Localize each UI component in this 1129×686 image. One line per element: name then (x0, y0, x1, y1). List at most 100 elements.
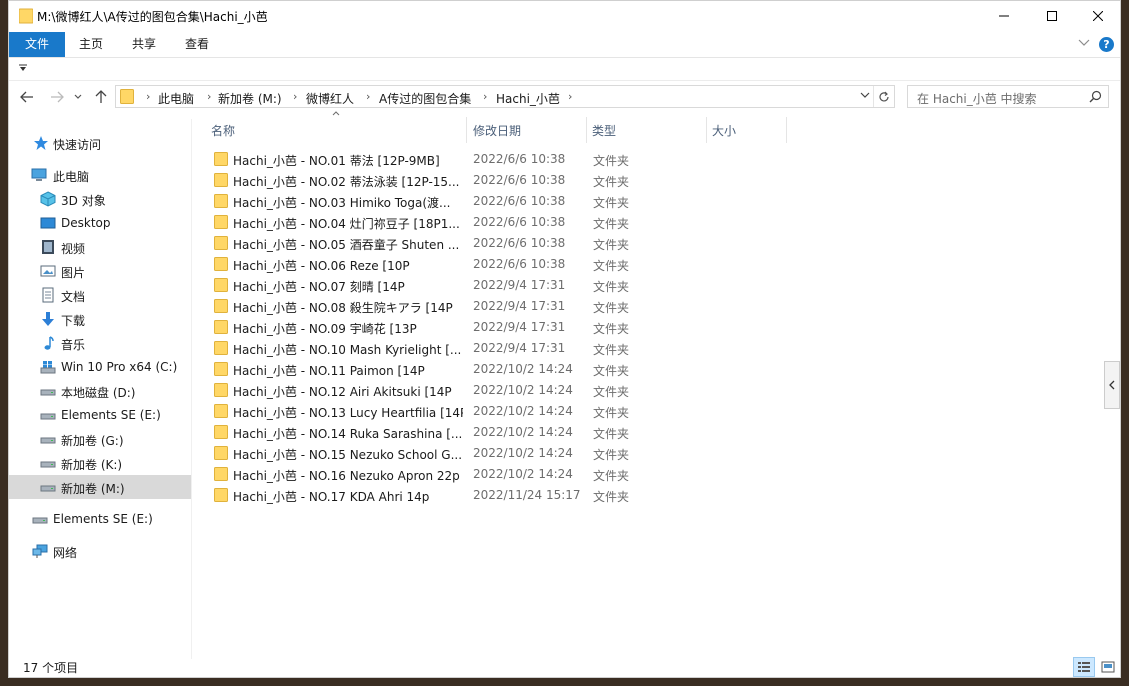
help-button[interactable]: ? (1099, 37, 1114, 52)
address-bar[interactable]: › 此电脑 › 新加卷 (M:) › 微博红人 › A传过的图包合集 › Hac… (115, 85, 895, 108)
search-box[interactable]: 在 Hachi_小芭 中搜索 (907, 85, 1109, 108)
sidebar-item-documents[interactable]: 文档 (9, 283, 191, 307)
sidebar-item-drive-d[interactable]: 本地磁盘 (D:) (9, 379, 191, 403)
file-row[interactable]: Hachi_小芭 - NO.02 蒂法泳装 [12P-15... 2022/6/6… (207, 170, 647, 191)
search-icon (1089, 90, 1102, 103)
sidebar-item-desktop[interactable]: Desktop (9, 211, 191, 235)
details-view-button[interactable] (1073, 657, 1095, 677)
refresh-button[interactable] (873, 86, 894, 107)
tab-view[interactable]: 查看 (177, 32, 217, 57)
file-row[interactable]: Hachi_小芭 - NO.09 宇崎花 [13P 2022/9/4 17:31 文… (207, 317, 647, 338)
title-bar: M:\微博红人\A传过的图包合集\Hachi_小芭 (9, 1, 1120, 31)
tab-home[interactable]: 主页 (71, 32, 111, 57)
item-count: 17 个项目 (23, 661, 79, 675)
file-row[interactable]: Hachi_小芭 - NO.05 酒吞童子 Shuten ... 2022/6/6… (207, 233, 647, 254)
breadcrumb-weibo[interactable]: 微博红人 (306, 90, 354, 107)
sidebar-item-drive-m[interactable]: 新加卷 (M:) (9, 475, 191, 499)
drive-icon (40, 413, 56, 420)
sidebar-item-downloads[interactable]: 下载 (9, 307, 191, 331)
file-row[interactable]: Hachi_小芭 - NO.03 Himiko Toga(渡... 2022/6/… (207, 191, 647, 212)
windows-drive-icon (40, 361, 56, 374)
sidebar-item-drive-c[interactable]: Win 10 Pro x64 (C:) (9, 355, 191, 379)
file-row[interactable]: Hachi_小芭 - NO.15 Nezuko School G... 2022/… (207, 443, 647, 464)
maximize-button[interactable] (1029, 1, 1075, 31)
recent-locations-button[interactable] (71, 87, 85, 107)
file-date: 2022/9/4 17:31 (473, 320, 566, 334)
folder-icon (214, 362, 228, 376)
sidebar-item-quick-access[interactable]: 快速访问 (9, 131, 191, 155)
file-row[interactable]: Hachi_小芭 - NO.06 Reze [10P 2022/6/6 10:38… (207, 254, 647, 275)
column-header-name[interactable]: 名称 (209, 117, 465, 143)
file-row[interactable]: Hachi_小芭 - NO.11 Paimon [14P 2022/10/2 14… (207, 359, 647, 380)
minimize-button[interactable] (981, 1, 1027, 31)
folder-icon (214, 425, 228, 439)
sidebar-item-this-pc[interactable]: 此电脑 (9, 163, 191, 187)
file-date: 2022/6/6 10:38 (473, 152, 566, 166)
cube-icon (40, 191, 56, 207)
navigation-pane: 快速访问 此电脑 3D 对象 Desktop 视频 图片 文档 下载 音乐 Wi… (9, 119, 192, 659)
up-button[interactable] (91, 87, 111, 107)
folder-icon (214, 404, 228, 418)
tab-file[interactable]: 文件 (9, 32, 65, 57)
file-row[interactable]: Hachi_小芭 - NO.07 刻晴 [14P 2022/9/4 17:31 文件… (207, 275, 647, 296)
file-date: 2022/6/6 10:38 (473, 173, 566, 187)
drive-icon (40, 437, 56, 444)
tab-share[interactable]: 共享 (124, 32, 164, 57)
file-name: Hachi_小芭 - NO.10 Mash Kyrielight [... (233, 343, 462, 357)
sidebar-item-drive-e[interactable]: Elements SE (E:) (9, 403, 191, 427)
file-name: Hachi_小芭 - NO.08 殺生院キアラ [14P (233, 301, 453, 315)
sidebar-item-drive-k[interactable]: 新加卷 (K:) (9, 451, 191, 475)
chevron-down-icon[interactable] (860, 91, 870, 99)
file-row[interactable]: Hachi_小芭 - NO.14 Ruka Sarashina [... 2022… (207, 422, 647, 443)
column-header-date[interactable]: 修改日期 (467, 117, 585, 143)
file-type: 文件夹 (593, 364, 630, 378)
file-name: Hachi_小芭 - NO.07 刻晴 [14P (233, 280, 405, 294)
large-icons-view-button[interactable] (1097, 657, 1119, 677)
file-type: 文件夹 (593, 322, 630, 336)
column-header-type[interactable]: 类型 (587, 117, 705, 143)
file-row[interactable]: Hachi_小芭 - NO.10 Mash Kyrielight [... 202… (207, 338, 647, 359)
close-button[interactable] (1075, 1, 1121, 31)
file-date: 2022/9/4 17:31 (473, 341, 566, 355)
file-name: Hachi_小芭 - NO.04 灶门祢豆子 [18P1... (233, 217, 460, 231)
breadcrumb-collection[interactable]: A传过的图包合集 (379, 90, 471, 107)
folder-icon (214, 173, 228, 187)
sidebar-item-drive-g[interactable]: 新加卷 (G:) (9, 427, 191, 451)
details-view-icon (1078, 662, 1090, 672)
file-row[interactable]: Hachi_小芭 - NO.01 蒂法 [12P-9MB] 2022/6/6 10… (207, 149, 647, 170)
file-name: Hachi_小芭 - NO.14 Ruka Sarashina [... (233, 427, 463, 441)
file-row[interactable]: Hachi_小芭 - NO.04 灶门祢豆子 [18P1... 2022/6/6 … (207, 212, 647, 233)
file-date: 2022/10/2 14:24 (473, 383, 573, 397)
arrow-right-icon (51, 91, 64, 103)
sidebar-item-music[interactable]: 音乐 (9, 331, 191, 355)
folder-icon (214, 446, 228, 460)
file-row[interactable]: Hachi_小芭 - NO.12 Airi Akitsuki [14P 2022/… (207, 380, 647, 401)
breadcrumb-this-pc[interactable]: 此电脑 (158, 90, 194, 107)
sidebar-item-network[interactable]: 网络 (9, 539, 191, 563)
desktop-icon (40, 217, 56, 229)
details-pane-toggle[interactable] (1104, 361, 1120, 409)
file-type: 文件夹 (593, 196, 630, 210)
file-type: 文件夹 (593, 217, 630, 231)
sidebar-item-pictures[interactable]: 图片 (9, 259, 191, 283)
breadcrumb-drive-m[interactable]: 新加卷 (M:) (218, 90, 282, 107)
file-row[interactable]: Hachi_小芭 - NO.17 KDA Ahri 14p 2022/11/24 … (207, 485, 647, 506)
file-date: 2022/6/6 10:38 (473, 236, 566, 250)
network-icon (32, 544, 48, 558)
sidebar-item-3d-objects[interactable]: 3D 对象 (9, 187, 191, 211)
folder-icon (214, 194, 228, 208)
file-row[interactable]: Hachi_小芭 - NO.16 Nezuko Apron 22p 2022/10… (207, 464, 647, 485)
breadcrumb-current[interactable]: Hachi_小芭 (496, 90, 560, 107)
file-name: Hachi_小芭 - NO.01 蒂法 [12P-9MB] (233, 154, 440, 168)
back-button[interactable] (17, 87, 37, 107)
file-row[interactable]: Hachi_小芭 - NO.13 Lucy Heartfilia [14P 202… (207, 401, 647, 422)
column-header-size[interactable]: 大小 (707, 117, 785, 143)
customize-dropdown-icon[interactable] (19, 64, 27, 72)
chevron-down-icon[interactable] (1078, 38, 1090, 48)
forward-button[interactable] (47, 87, 67, 107)
sidebar-item-elements-se[interactable]: Elements SE (E:) (9, 507, 191, 531)
sidebar-item-videos[interactable]: 视频 (9, 235, 191, 259)
file-row[interactable]: Hachi_小芭 - NO.08 殺生院キアラ [14P 2022/9/4 17:… (207, 296, 647, 317)
file-date: 2022/6/6 10:38 (473, 257, 566, 271)
picture-icon (40, 265, 56, 277)
